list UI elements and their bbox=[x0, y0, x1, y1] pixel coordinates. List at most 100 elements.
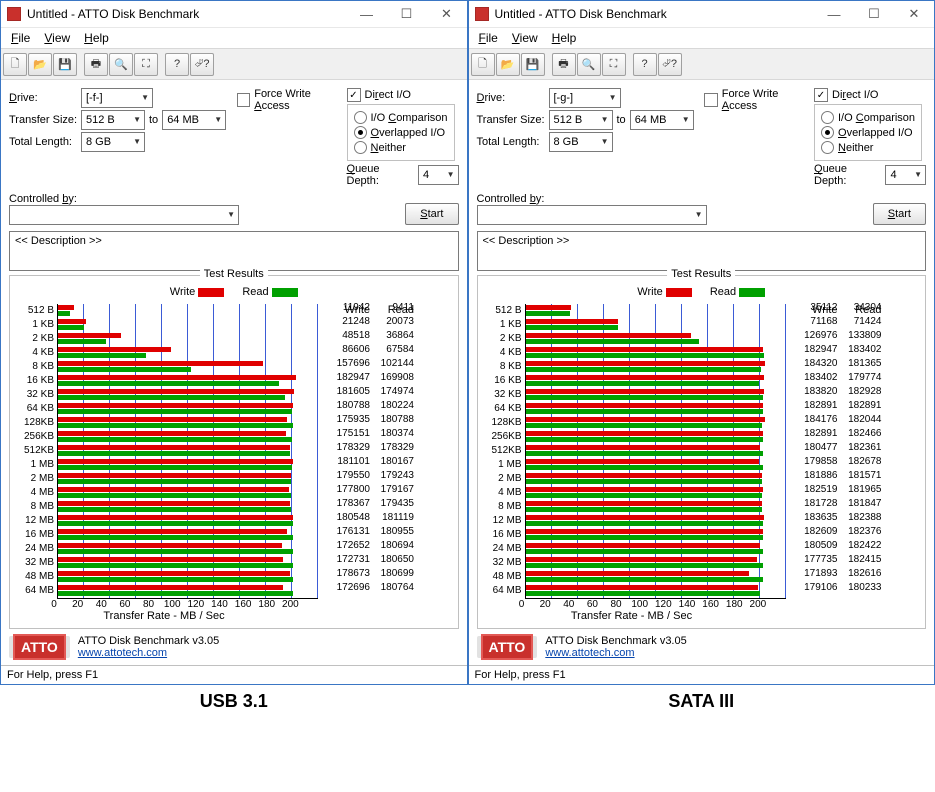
cmp-label: I/O Com­parison bbox=[371, 112, 448, 124]
new-icon[interactable]: 🗋 bbox=[3, 53, 27, 76]
legend-write: Write bbox=[637, 286, 662, 298]
read-bar bbox=[526, 423, 763, 428]
read-bar bbox=[58, 577, 293, 582]
write-bar bbox=[58, 557, 283, 562]
description-input[interactable]: << Description >> bbox=[9, 231, 459, 271]
len-label: Total Length: bbox=[9, 136, 81, 148]
fwa-checkbox[interactable] bbox=[237, 93, 251, 107]
menu-help[interactable]: Help bbox=[546, 29, 583, 47]
bar-row bbox=[58, 514, 318, 528]
value-row: 172731180650 bbox=[326, 554, 414, 568]
menu-file[interactable]: File bbox=[473, 29, 504, 47]
qd-select[interactable]: 4 bbox=[885, 165, 926, 185]
nei-radio[interactable] bbox=[821, 141, 834, 154]
len-select[interactable]: 8 GB bbox=[549, 132, 613, 152]
fwa-label: Force Write Access bbox=[722, 88, 814, 112]
minimize-button[interactable]: — bbox=[814, 1, 854, 27]
menu-view[interactable]: View bbox=[506, 29, 544, 47]
bar-row bbox=[58, 556, 318, 570]
xfer-to-select[interactable]: 64 MB bbox=[630, 110, 694, 130]
ctrl-label: Controlled by: bbox=[9, 193, 405, 205]
expand-icon[interactable]: ⛶ bbox=[602, 53, 626, 76]
write-bar bbox=[526, 487, 763, 492]
drive-select[interactable]: [-g-] bbox=[549, 88, 621, 108]
menu-file[interactable]: File bbox=[5, 29, 36, 47]
read-bar bbox=[526, 381, 760, 386]
legend-write: Write bbox=[170, 286, 195, 298]
read-bar bbox=[58, 563, 293, 568]
value-row: 183402179774 bbox=[794, 372, 882, 386]
start-button[interactable]: Start bbox=[405, 203, 458, 225]
cmp-radio[interactable] bbox=[354, 111, 367, 124]
save-icon[interactable]: 💾 bbox=[521, 53, 545, 76]
save-icon[interactable]: 💾 bbox=[53, 53, 77, 76]
xfer-to-select[interactable]: 64 MB bbox=[162, 110, 226, 130]
fwa-checkbox[interactable] bbox=[704, 93, 718, 107]
help-icon[interactable]: ? bbox=[633, 53, 657, 76]
xfer-from-select[interactable]: 512 B bbox=[549, 110, 613, 130]
read-bar bbox=[526, 353, 764, 358]
read-bar bbox=[526, 409, 764, 414]
read-bar bbox=[526, 521, 763, 526]
read-bar bbox=[58, 521, 293, 526]
vendor-link[interactable]: www.attotech.com bbox=[78, 647, 167, 659]
drive-label: Drive: bbox=[477, 92, 549, 104]
vendor-link[interactable]: www.attotech.com bbox=[545, 647, 634, 659]
open-icon[interactable]: 📂 bbox=[28, 53, 52, 76]
maximize-button[interactable]: ☐ bbox=[387, 1, 427, 27]
close-button[interactable]: ✕ bbox=[894, 1, 934, 27]
results-caption: Test Results bbox=[667, 268, 735, 280]
minimize-button[interactable]: — bbox=[347, 1, 387, 27]
expand-icon[interactable]: ⛶ bbox=[134, 53, 158, 76]
bar-row bbox=[526, 528, 786, 542]
write-bar bbox=[526, 403, 764, 408]
dio-checkbox[interactable]: ✓ bbox=[347, 88, 361, 102]
read-bar bbox=[526, 591, 760, 596]
zoom-icon[interactable]: 🔍 bbox=[109, 53, 133, 76]
new-icon[interactable]: 🗋 bbox=[471, 53, 495, 76]
open-icon[interactable]: 📂 bbox=[496, 53, 520, 76]
write-bar bbox=[58, 445, 290, 450]
ovl-radio[interactable] bbox=[821, 126, 834, 139]
read-bar bbox=[58, 465, 292, 470]
xfer-from-select[interactable]: 512 B bbox=[81, 110, 145, 130]
ctrl-select[interactable] bbox=[477, 205, 707, 225]
help-icon[interactable]: ? bbox=[165, 53, 189, 76]
x-axis-labels: 020406080100120140160180200 bbox=[54, 599, 314, 610]
print-icon[interactable]: 🖶 bbox=[84, 53, 108, 76]
app-icon bbox=[7, 7, 21, 21]
value-row: 171893182616 bbox=[794, 568, 882, 582]
menu-help[interactable]: Help bbox=[78, 29, 115, 47]
menu-view[interactable]: View bbox=[38, 29, 76, 47]
nei-radio[interactable] bbox=[354, 141, 367, 154]
read-bar bbox=[526, 339, 700, 344]
nei-label: Neither bbox=[371, 142, 406, 154]
print-icon[interactable]: 🖶 bbox=[552, 53, 576, 76]
qd-select[interactable]: 4 bbox=[418, 165, 459, 185]
write-bar bbox=[526, 557, 757, 562]
bar-row bbox=[526, 542, 786, 556]
xfer-label: Transfer Size: bbox=[477, 114, 549, 126]
maximize-button[interactable]: ☐ bbox=[854, 1, 894, 27]
whatsthis-icon[interactable]: ⮰? bbox=[658, 53, 682, 76]
ctrl-select[interactable] bbox=[9, 205, 239, 225]
ovl-radio[interactable] bbox=[354, 126, 367, 139]
dio-label: Direct I/O bbox=[365, 89, 411, 101]
dio-checkbox[interactable]: ✓ bbox=[814, 88, 828, 102]
read-bar bbox=[58, 423, 293, 428]
bar-row bbox=[58, 332, 318, 346]
read-bar bbox=[526, 465, 763, 470]
start-button[interactable]: Start bbox=[873, 203, 926, 225]
whatsthis-icon[interactable]: ⮰? bbox=[190, 53, 214, 76]
drive-select[interactable]: [-f-] bbox=[81, 88, 153, 108]
close-button[interactable]: ✕ bbox=[427, 1, 467, 27]
cmp-radio[interactable] bbox=[821, 111, 834, 124]
description-input[interactable]: << Description >> bbox=[477, 231, 927, 271]
write-bar bbox=[526, 361, 766, 366]
value-row: 3511234304 bbox=[794, 302, 882, 316]
len-select[interactable]: 8 GB bbox=[81, 132, 145, 152]
zoom-icon[interactable]: 🔍 bbox=[577, 53, 601, 76]
drive-label: Drive: bbox=[9, 92, 81, 104]
len-label: Total Length: bbox=[477, 136, 549, 148]
write-bar bbox=[58, 487, 289, 492]
